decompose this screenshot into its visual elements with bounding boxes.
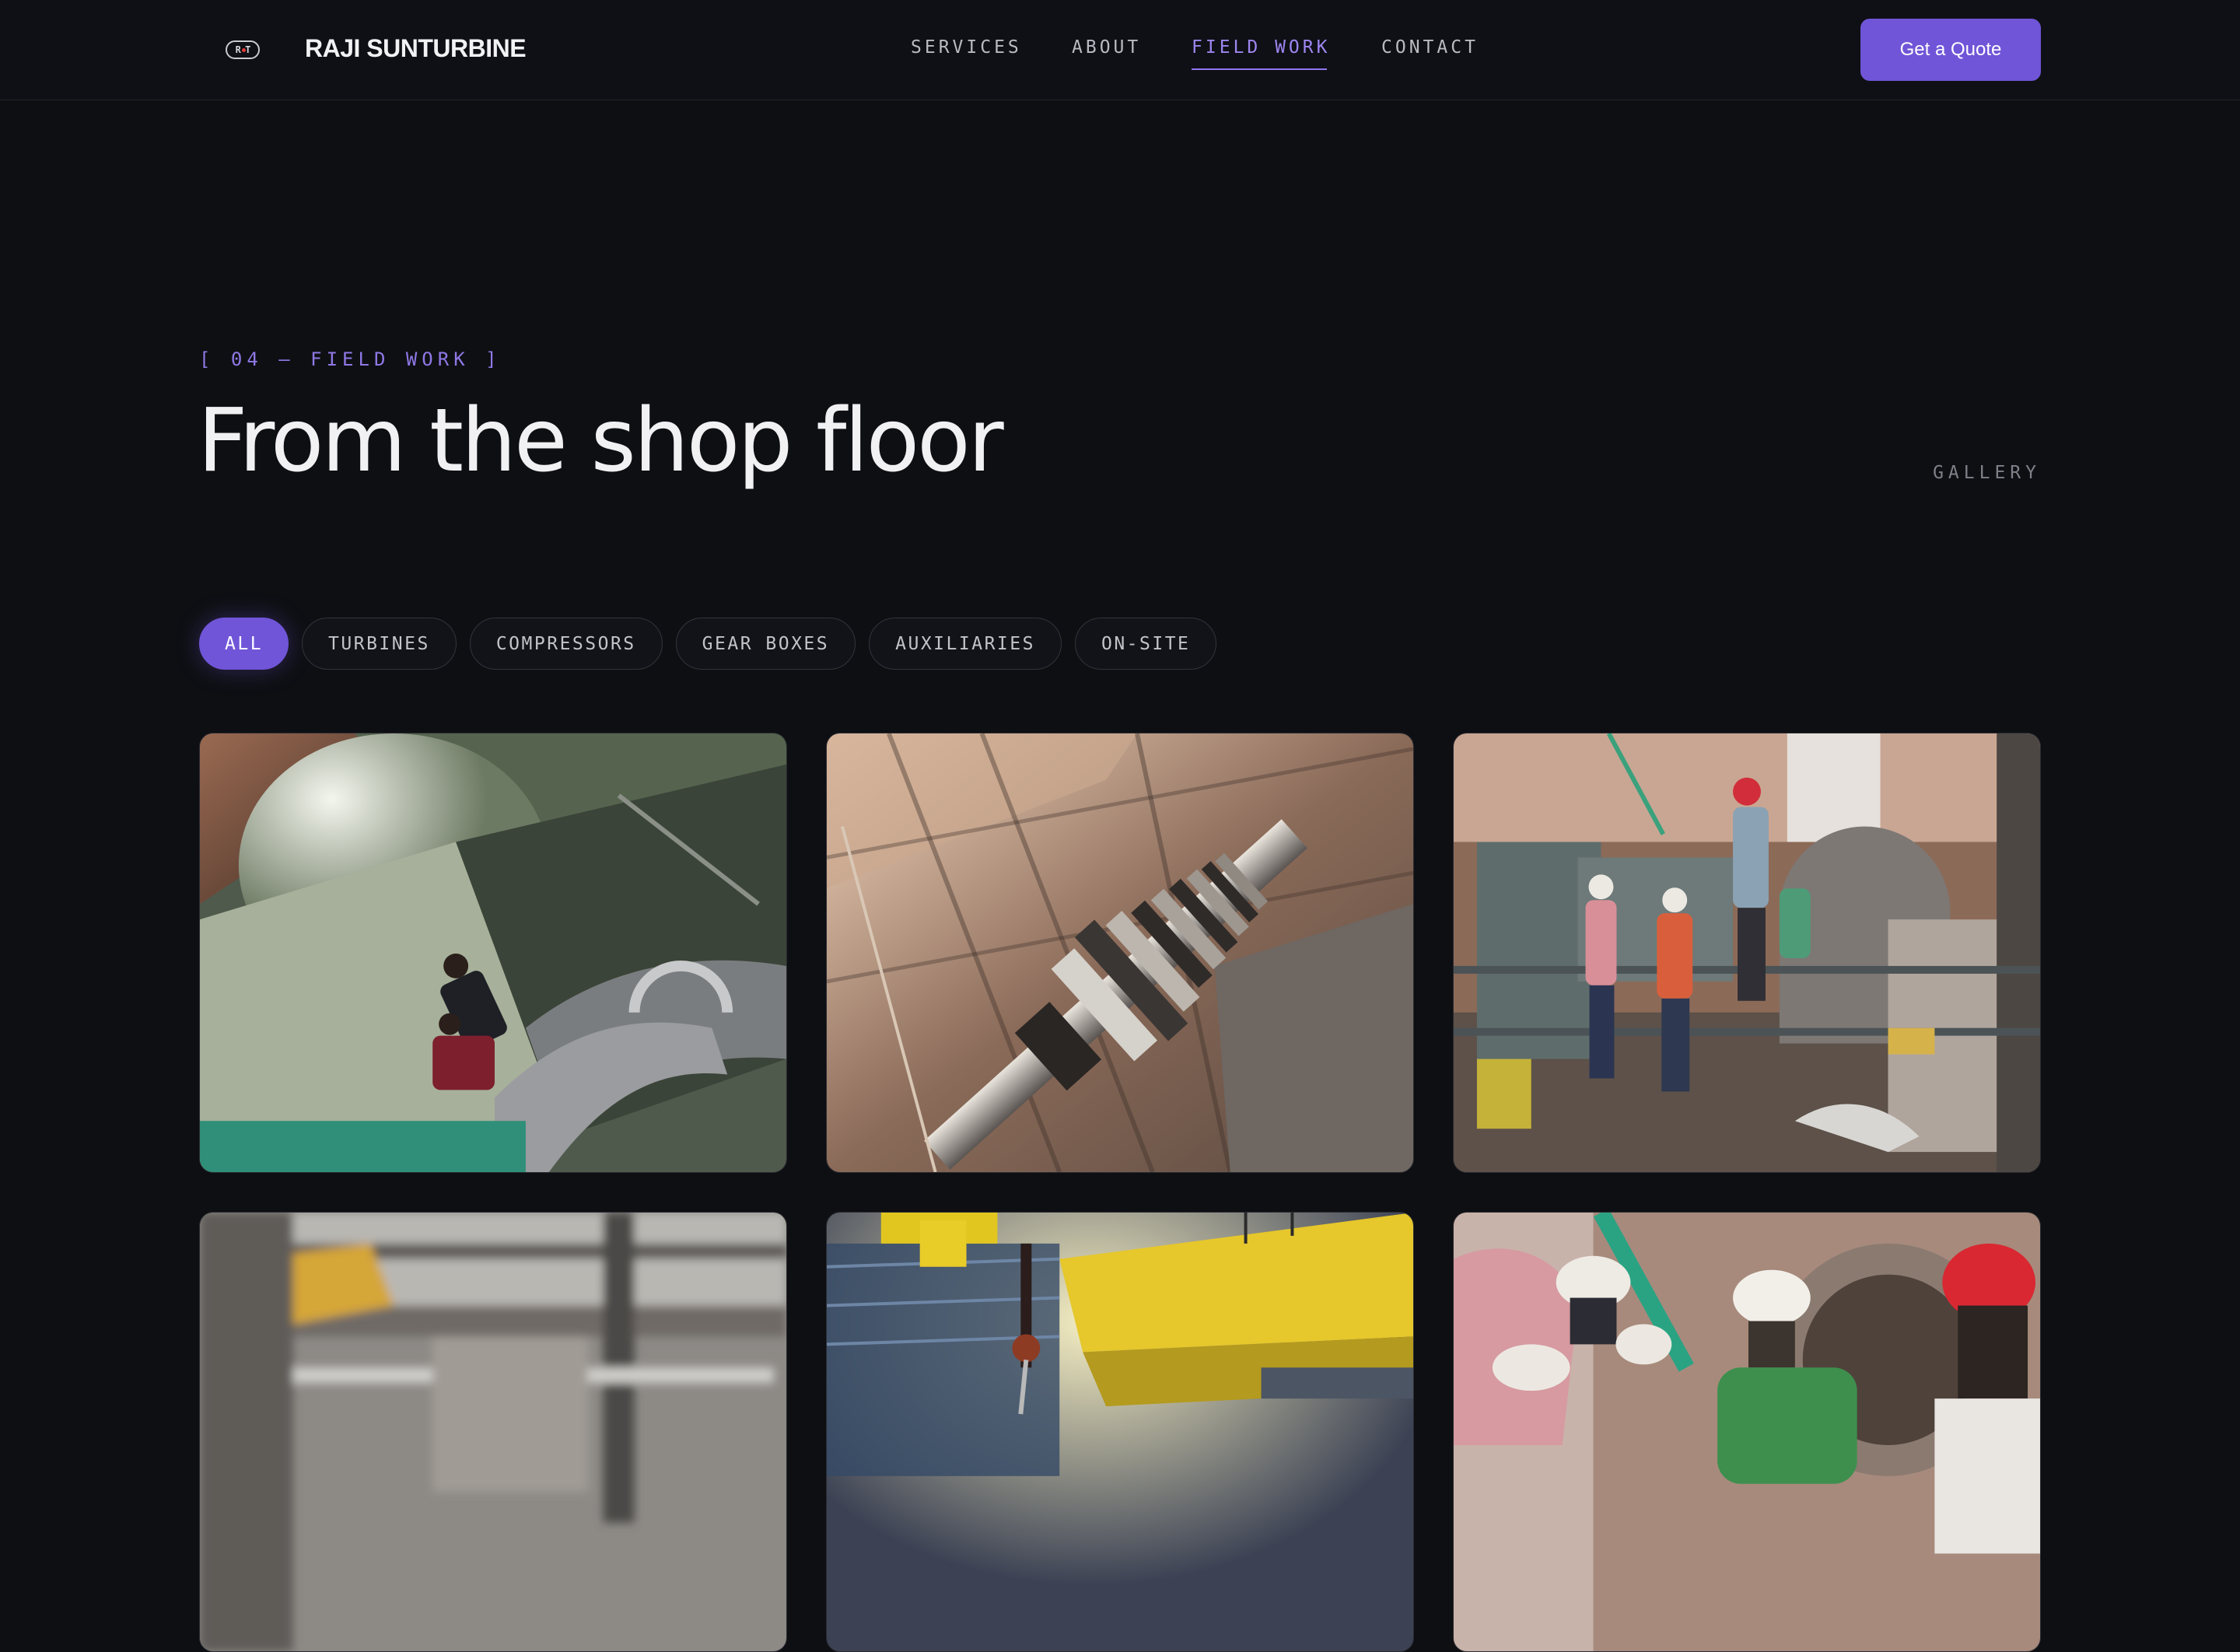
- photo-blurred-shop-floor: [200, 1213, 786, 1651]
- photo-turbine-rotor: [827, 733, 1413, 1172]
- filter-auxiliaries[interactable]: AUXILIARIES: [869, 618, 1062, 670]
- filter-all[interactable]: ALL: [199, 618, 289, 670]
- gallery-photo-5[interactable]: [826, 1212, 1414, 1652]
- filter-gear-boxes[interactable]: GEAR BOXES: [675, 618, 856, 670]
- photo-yellow-overhead-crane: [827, 1213, 1413, 1651]
- nav-about[interactable]: ABOUT: [1072, 37, 1141, 68]
- filter-bar: ALL TURBINES COMPRESSORS GEAR BOXES AUXI…: [199, 618, 1217, 670]
- nav-services[interactable]: SERVICES: [911, 37, 1022, 68]
- nav-contact[interactable]: CONTACT: [1381, 37, 1479, 68]
- site-header: R T RAJI SUNTURBINE SERVICES ABOUT FIELD…: [0, 0, 2240, 100]
- gallery-photo-3[interactable]: [1453, 733, 2041, 1173]
- filter-turbines[interactable]: TURBINES: [302, 618, 457, 670]
- gallery-photo-4[interactable]: [199, 1212, 787, 1652]
- gallery-photo-1[interactable]: [199, 733, 787, 1173]
- brand-name[interactable]: RAJI SUNTURBINE: [305, 34, 527, 63]
- photo-workers-in-hard-hats: [1454, 1213, 2040, 1651]
- photo-technicians-inspecting-turbine: [200, 733, 786, 1172]
- nav-field-work[interactable]: FIELD WORK: [1192, 37, 1330, 70]
- get-a-quote-button[interactable]: Get a Quote: [1860, 19, 2041, 81]
- gallery-grid: [199, 733, 2041, 1652]
- filter-compressors[interactable]: COMPRESSORS: [469, 618, 663, 670]
- gallery-photo-2[interactable]: [826, 733, 1414, 1173]
- photo-crew-at-compressor: [1454, 733, 2040, 1172]
- logo-dot: [242, 48, 246, 52]
- page-title: From the shop floor: [198, 390, 1004, 492]
- section-eyebrow: [ 04 — FIELD WORK ]: [199, 348, 502, 370]
- filter-on-site[interactable]: ON-SITE: [1074, 618, 1217, 670]
- logo-icon[interactable]: R T: [226, 40, 260, 59]
- gallery-label: GALLERY: [1933, 463, 2041, 483]
- gallery-photo-6[interactable]: [1453, 1212, 2041, 1652]
